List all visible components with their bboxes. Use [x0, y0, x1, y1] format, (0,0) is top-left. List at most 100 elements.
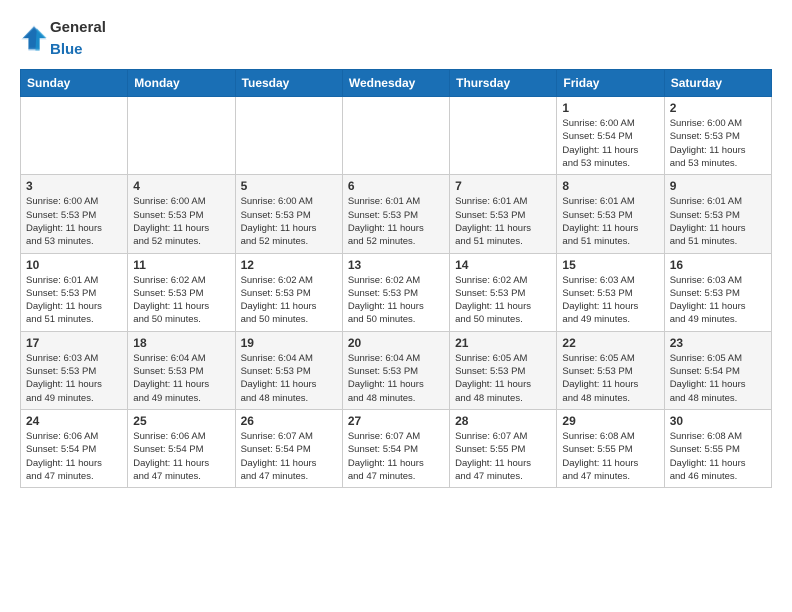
- day-cell: 15 Sunrise: 6:03 AM Sunset: 5:53 PM Dayli…: [557, 253, 664, 331]
- day-cell: 12 Sunrise: 6:02 AM Sunset: 5:53 PM Dayli…: [235, 253, 342, 331]
- day-info: Sunrise: 6:00 AM Sunset: 5:53 PM Dayligh…: [133, 195, 229, 248]
- day-info: Sunrise: 6:07 AM Sunset: 5:54 PM Dayligh…: [241, 430, 337, 483]
- header: General Blue: [20, 16, 772, 59]
- day-number: 12: [241, 258, 337, 272]
- weekday-header-wednesday: Wednesday: [342, 70, 449, 97]
- day-number: 18: [133, 336, 229, 350]
- day-number: 28: [455, 414, 551, 428]
- day-number: 10: [26, 258, 122, 272]
- week-row-2: 3Sunrise: 6:00 AM Sunset: 5:53 PM Daylig…: [21, 175, 772, 253]
- day-cell: [342, 97, 449, 175]
- day-info: Sunrise: 6:01 AM Sunset: 5:53 PM Dayligh…: [562, 195, 658, 248]
- day-number: 8: [562, 179, 658, 193]
- day-number: 20: [348, 336, 444, 350]
- day-cell: 30Sunrise: 6:08 AM Sunset: 5:55 PM Dayli…: [664, 409, 771, 487]
- day-number: 6: [348, 179, 444, 193]
- day-info: Sunrise: 6:06 AM Sunset: 5:54 PM Dayligh…: [26, 430, 122, 483]
- day-info: Sunrise: 6:08 AM Sunset: 5:55 PM Dayligh…: [562, 430, 658, 483]
- day-cell: 7 Sunrise: 6:01 AM Sunset: 5:53 PM Daylig…: [450, 175, 557, 253]
- day-info: Sunrise: 6:03 AM Sunset: 5:53 PM Dayligh…: [26, 352, 122, 405]
- day-info: Sunrise: 6:01 AM Sunset: 5:53 PM Dayligh…: [455, 195, 551, 248]
- day-number: 23: [670, 336, 766, 350]
- day-info: Sunrise: 6:00 AM Sunset: 5:54 PM Dayligh…: [562, 117, 658, 170]
- day-info: Sunrise: 6:00 AM Sunset: 5:53 PM Dayligh…: [241, 195, 337, 248]
- day-number: 16: [670, 258, 766, 272]
- day-info: Sunrise: 6:05 AM Sunset: 5:53 PM Dayligh…: [455, 352, 551, 405]
- day-info: Sunrise: 6:01 AM Sunset: 5:53 PM Dayligh…: [26, 274, 122, 327]
- day-number: 13: [348, 258, 444, 272]
- weekday-header-thursday: Thursday: [450, 70, 557, 97]
- week-row-5: 24 Sunrise: 6:06 AM Sunset: 5:54 PM Dayli…: [21, 409, 772, 487]
- day-cell: 22 Sunrise: 6:05 AM Sunset: 5:53 PM Dayli…: [557, 331, 664, 409]
- day-cell: 3Sunrise: 6:00 AM Sunset: 5:53 PM Daylig…: [21, 175, 128, 253]
- day-cell: [235, 97, 342, 175]
- week-row-1: 1 Sunrise: 6:00 AM Sunset: 5:54 PM Daylig…: [21, 97, 772, 175]
- day-cell: 9Sunrise: 6:01 AM Sunset: 5:53 PM Daylig…: [664, 175, 771, 253]
- day-cell: 17Sunrise: 6:03 AM Sunset: 5:53 PM Dayli…: [21, 331, 128, 409]
- day-cell: 6 Sunrise: 6:01 AM Sunset: 5:53 PM Daylig…: [342, 175, 449, 253]
- day-info: Sunrise: 6:04 AM Sunset: 5:53 PM Dayligh…: [133, 352, 229, 405]
- day-cell: [450, 97, 557, 175]
- day-info: Sunrise: 6:07 AM Sunset: 5:55 PM Dayligh…: [455, 430, 551, 483]
- calendar-header: SundayMondayTuesdayWednesdayThursdayFrid…: [21, 70, 772, 97]
- day-info: Sunrise: 6:02 AM Sunset: 5:53 PM Dayligh…: [133, 274, 229, 327]
- day-cell: 18 Sunrise: 6:04 AM Sunset: 5:53 PM Dayli…: [128, 331, 235, 409]
- day-number: 11: [133, 258, 229, 272]
- day-info: Sunrise: 6:06 AM Sunset: 5:54 PM Dayligh…: [133, 430, 229, 483]
- logo: General Blue: [20, 16, 106, 59]
- day-info: Sunrise: 6:00 AM Sunset: 5:53 PM Dayligh…: [26, 195, 122, 248]
- day-cell: 11 Sunrise: 6:02 AM Sunset: 5:53 PM Dayli…: [128, 253, 235, 331]
- logo-icon: [20, 24, 48, 52]
- day-cell: 8 Sunrise: 6:01 AM Sunset: 5:53 PM Daylig…: [557, 175, 664, 253]
- day-number: 9: [670, 179, 766, 193]
- day-number: 5: [241, 179, 337, 193]
- day-number: 15: [562, 258, 658, 272]
- page: General Blue SundayMondayTuesdayWednesda…: [0, 0, 792, 508]
- day-number: 26: [241, 414, 337, 428]
- day-number: 22: [562, 336, 658, 350]
- weekday-header-monday: Monday: [128, 70, 235, 97]
- day-info: Sunrise: 6:08 AM Sunset: 5:55 PM Dayligh…: [670, 430, 766, 483]
- day-info: Sunrise: 6:07 AM Sunset: 5:54 PM Dayligh…: [348, 430, 444, 483]
- day-cell: 13Sunrise: 6:02 AM Sunset: 5:53 PM Dayli…: [342, 253, 449, 331]
- day-info: Sunrise: 6:00 AM Sunset: 5:53 PM Dayligh…: [670, 117, 766, 170]
- day-cell: 19Sunrise: 6:04 AM Sunset: 5:53 PM Dayli…: [235, 331, 342, 409]
- day-number: 29: [562, 414, 658, 428]
- day-number: 2: [670, 101, 766, 115]
- weekday-header-saturday: Saturday: [664, 70, 771, 97]
- day-number: 1: [562, 101, 658, 115]
- day-number: 27: [348, 414, 444, 428]
- day-info: Sunrise: 6:03 AM Sunset: 5:53 PM Dayligh…: [562, 274, 658, 327]
- weekday-header-sunday: Sunday: [21, 70, 128, 97]
- day-cell: [128, 97, 235, 175]
- day-cell: 16 Sunrise: 6:03 AM Sunset: 5:53 PM Dayli…: [664, 253, 771, 331]
- day-number: 24: [26, 414, 122, 428]
- day-info: Sunrise: 6:02 AM Sunset: 5:53 PM Dayligh…: [241, 274, 337, 327]
- day-cell: 23Sunrise: 6:05 AM Sunset: 5:54 PM Dayli…: [664, 331, 771, 409]
- weekday-row: SundayMondayTuesdayWednesdayThursdayFrid…: [21, 70, 772, 97]
- logo-blue: Blue: [50, 41, 83, 58]
- calendar-table: SundayMondayTuesdayWednesdayThursdayFrid…: [20, 69, 772, 488]
- day-number: 19: [241, 336, 337, 350]
- day-info: Sunrise: 6:01 AM Sunset: 5:53 PM Dayligh…: [348, 195, 444, 248]
- day-cell: 25Sunrise: 6:06 AM Sunset: 5:54 PM Dayli…: [128, 409, 235, 487]
- day-cell: [21, 97, 128, 175]
- day-info: Sunrise: 6:05 AM Sunset: 5:53 PM Dayligh…: [562, 352, 658, 405]
- calendar-body: 1 Sunrise: 6:00 AM Sunset: 5:54 PM Daylig…: [21, 97, 772, 488]
- day-cell: 28 Sunrise: 6:07 AM Sunset: 5:55 PM Dayli…: [450, 409, 557, 487]
- day-cell: 20Sunrise: 6:04 AM Sunset: 5:53 PM Dayli…: [342, 331, 449, 409]
- weekday-header-tuesday: Tuesday: [235, 70, 342, 97]
- weekday-header-friday: Friday: [557, 70, 664, 97]
- day-number: 14: [455, 258, 551, 272]
- day-cell: 1 Sunrise: 6:00 AM Sunset: 5:54 PM Daylig…: [557, 97, 664, 175]
- day-number: 21: [455, 336, 551, 350]
- day-cell: 4Sunrise: 6:00 AM Sunset: 5:53 PM Daylig…: [128, 175, 235, 253]
- day-info: Sunrise: 6:03 AM Sunset: 5:53 PM Dayligh…: [670, 274, 766, 327]
- day-cell: 2 Sunrise: 6:00 AM Sunset: 5:53 PM Daylig…: [664, 97, 771, 175]
- day-number: 7: [455, 179, 551, 193]
- day-cell: 5 Sunrise: 6:00 AM Sunset: 5:53 PM Daylig…: [235, 175, 342, 253]
- logo-general: General: [50, 19, 106, 36]
- day-cell: 24 Sunrise: 6:06 AM Sunset: 5:54 PM Dayli…: [21, 409, 128, 487]
- logo-text: General Blue: [50, 16, 106, 59]
- day-cell: 29 Sunrise: 6:08 AM Sunset: 5:55 PM Dayli…: [557, 409, 664, 487]
